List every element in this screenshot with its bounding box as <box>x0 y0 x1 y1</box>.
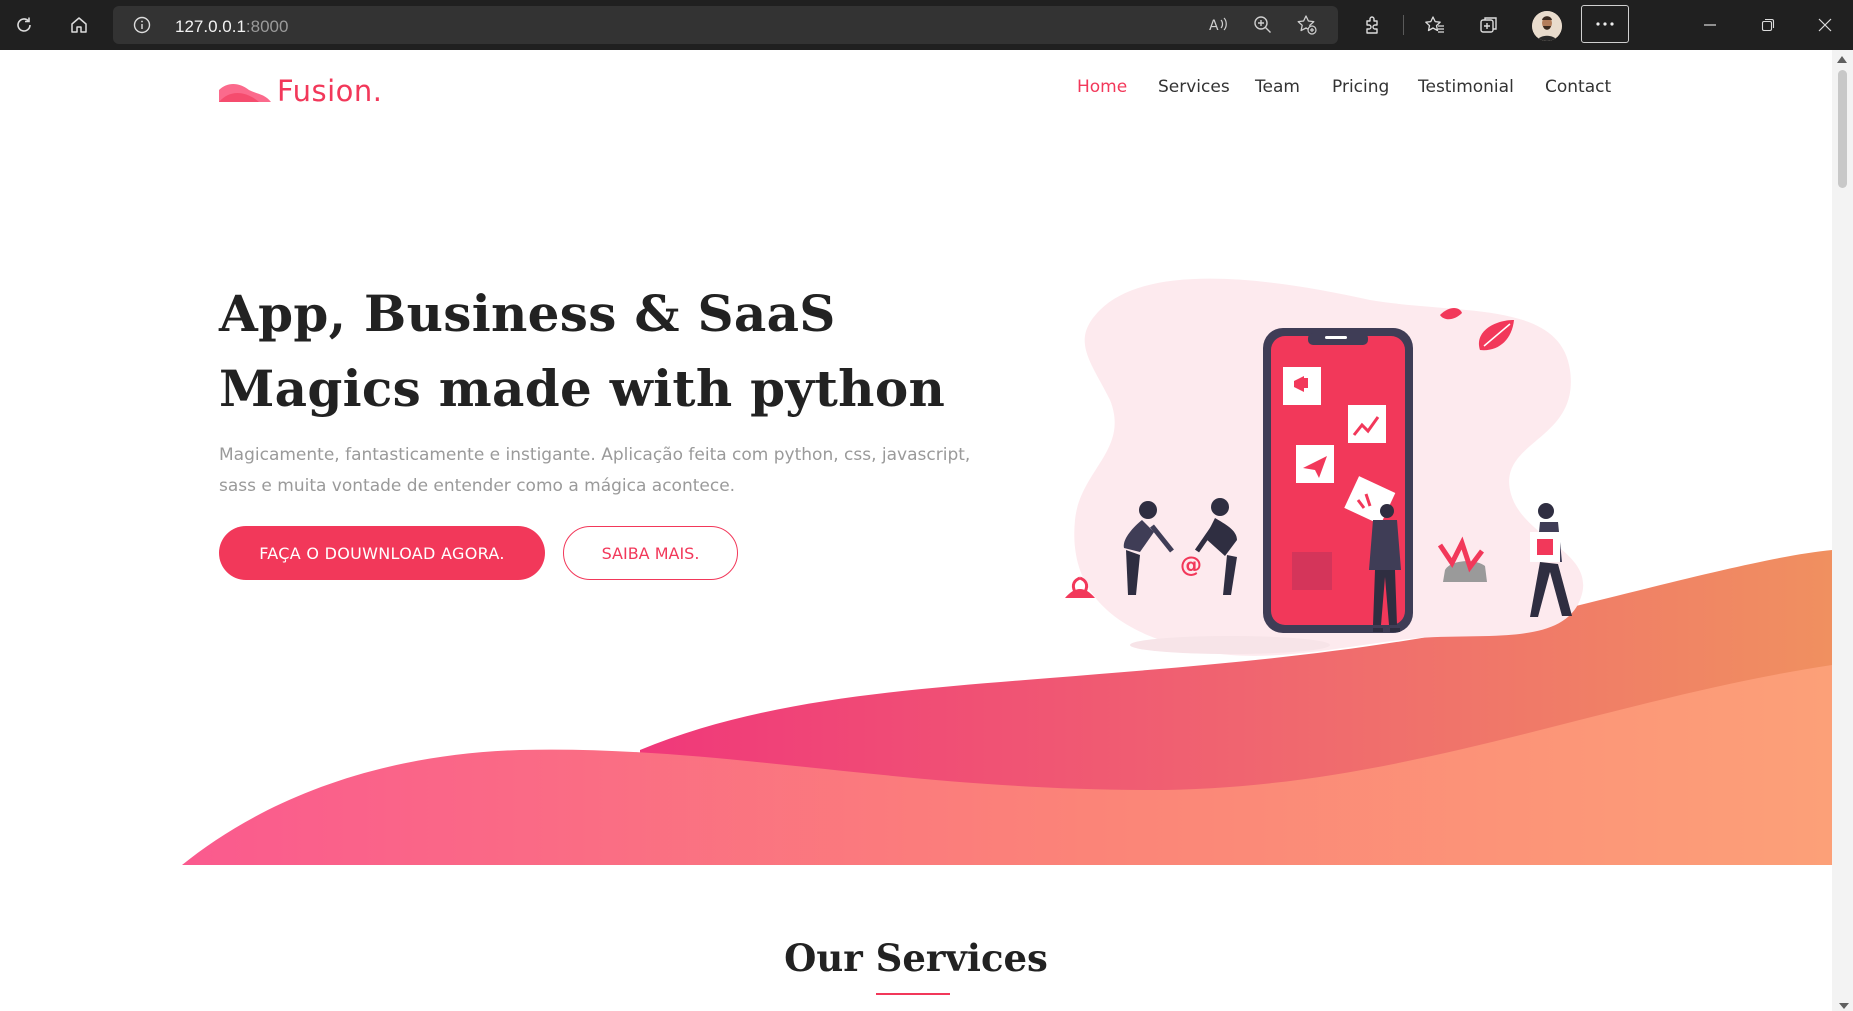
svg-text:A: A <box>1209 18 1219 34</box>
site-info-icon[interactable] <box>133 16 151 39</box>
url-text[interactable]: 127.0.0.1:8000 <box>175 17 288 37</box>
hero-description: Magicamente, fantasticamente e instigant… <box>219 445 971 496</box>
scroll-up-icon[interactable] <box>1837 56 1847 63</box>
extensions-icon[interactable] <box>1353 5 1393 45</box>
refresh-icon[interactable] <box>4 5 44 45</box>
hero-illustration: @ <box>1065 278 1584 656</box>
hero-title: App, Business & SaaS Magics made with py… <box>219 276 1019 426</box>
nav-link-team[interactable]: Team <box>1255 77 1300 97</box>
collections-icon[interactable] <box>1469 5 1509 45</box>
page-viewport: Fusion. Home Services Team Pricing Testi… <box>0 50 1853 1011</box>
add-favorite-icon[interactable] <box>1296 14 1318 41</box>
site-logo[interactable]: Fusion. <box>219 74 382 108</box>
download-button[interactable]: FAÇA O DOUWNLOAD AGORA. <box>219 526 545 580</box>
scrollbar-thumb[interactable] <box>1838 70 1847 188</box>
hero-title-line-1: App, Business & SaaS <box>219 284 836 343</box>
zoom-icon[interactable] <box>1253 15 1273 40</box>
nav-link-home[interactable]: Home <box>1077 77 1127 97</box>
section-title-underline <box>876 993 950 995</box>
nav-link-pricing[interactable]: Pricing <box>1332 77 1389 97</box>
logo-text: Fusion. <box>277 74 383 108</box>
home-icon[interactable] <box>59 5 99 45</box>
minimize-icon[interactable] <box>1690 5 1730 45</box>
page-scrollbar[interactable] <box>1832 50 1853 1011</box>
favorites-icon[interactable] <box>1415 5 1455 45</box>
nav-link-testimonial[interactable]: Testimonial <box>1418 77 1514 97</box>
more-icon[interactable] <box>1581 5 1629 43</box>
read-aloud-icon[interactable]: A <box>1208 15 1230 40</box>
nav-link-contact[interactable]: Contact <box>1545 77 1611 97</box>
svg-text:@: @ <box>1180 553 1202 578</box>
url-port: :8000 <box>245 17 289 36</box>
learn-more-button[interactable]: SAIBA MAIS. <box>563 526 738 580</box>
nav-link-services[interactable]: Services <box>1158 77 1230 97</box>
logo-mark-icon <box>219 84 271 102</box>
address-bar[interactable]: 127.0.0.1:8000 A <box>113 6 1338 44</box>
restore-icon[interactable] <box>1748 5 1788 45</box>
toolbar-divider <box>1403 15 1404 35</box>
browser-toolbar: 127.0.0.1:8000 A <box>0 0 1853 50</box>
profile-avatar[interactable] <box>1532 11 1562 41</box>
url-host: 127.0.0.1 <box>175 17 246 36</box>
scroll-down-icon[interactable] <box>1839 1003 1849 1009</box>
services-section-title: Our Services <box>784 936 1048 980</box>
close-icon[interactable] <box>1805 5 1845 45</box>
hero-title-line-2: Magics made with python <box>219 359 946 418</box>
